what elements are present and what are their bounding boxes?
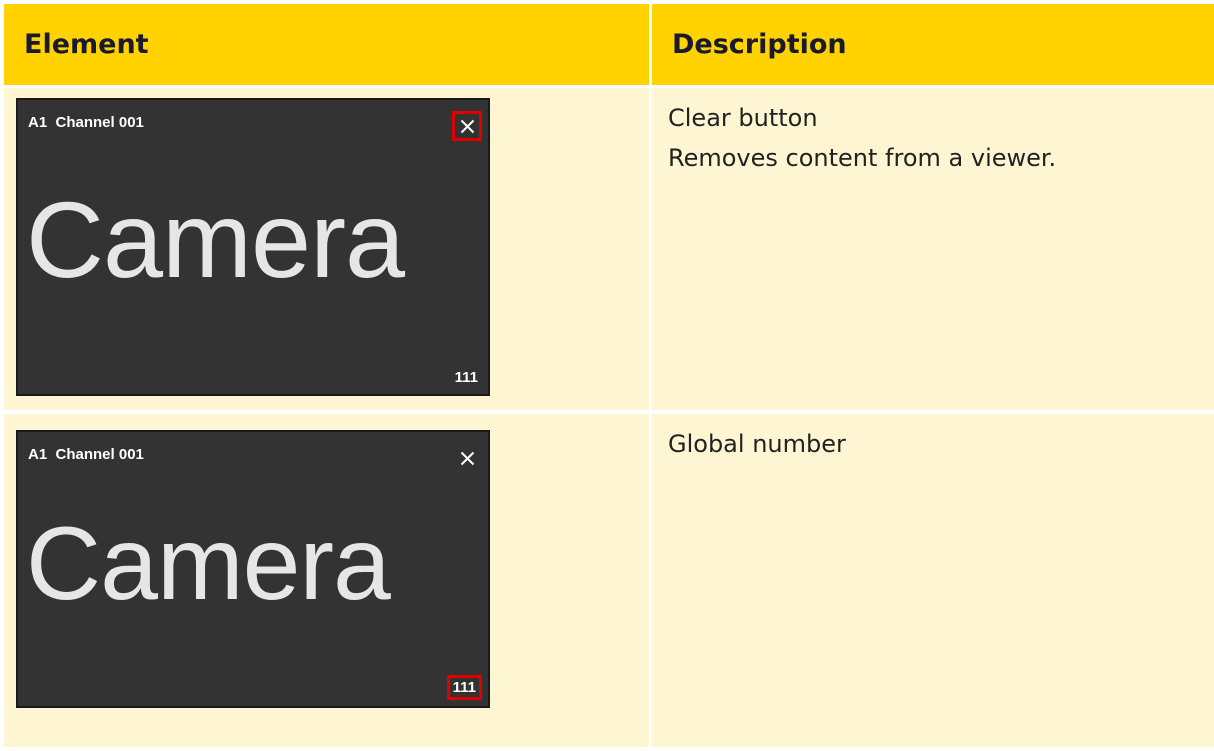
description-title: Clear button [668, 104, 818, 132]
close-icon [460, 119, 474, 133]
global-number: 111 [454, 369, 478, 386]
table-row: A1 Channel 001 Camera 111 Clear button R… [4, 88, 1214, 410]
clear-button[interactable] [452, 111, 482, 141]
description-text: Removes content from a viewer. [668, 144, 1057, 172]
header-description: Description [649, 4, 1214, 85]
description-cell: Global number [649, 414, 1214, 747]
clear-button[interactable] [452, 443, 482, 473]
element-cell: A1 Channel 001 Camera 111 [4, 414, 649, 747]
viewer-preview: A1 Channel 001 Camera 111 [16, 430, 490, 708]
viewer-title: A1 Channel 001 [28, 446, 144, 463]
table-row: A1 Channel 001 Camera 111 Global number [4, 414, 1214, 747]
header-element: Element [24, 29, 149, 60]
table-header-row: Element Description [4, 4, 1214, 85]
reference-table: Element Description A1 Channel 001 Camer… [4, 0, 1214, 751]
viewer-title: A1 Channel 001 [28, 114, 144, 131]
camera-placeholder-text: Camera [26, 179, 405, 300]
camera-placeholder-text: Camera [26, 506, 391, 622]
description-title: Global number [668, 430, 846, 458]
description-cell: Clear button Removes content from a view… [649, 88, 1214, 410]
element-cell: A1 Channel 001 Camera 111 [4, 88, 649, 410]
global-number: 111 [446, 675, 482, 700]
close-icon [460, 451, 474, 465]
viewer-preview: A1 Channel 001 Camera 111 [16, 98, 490, 396]
